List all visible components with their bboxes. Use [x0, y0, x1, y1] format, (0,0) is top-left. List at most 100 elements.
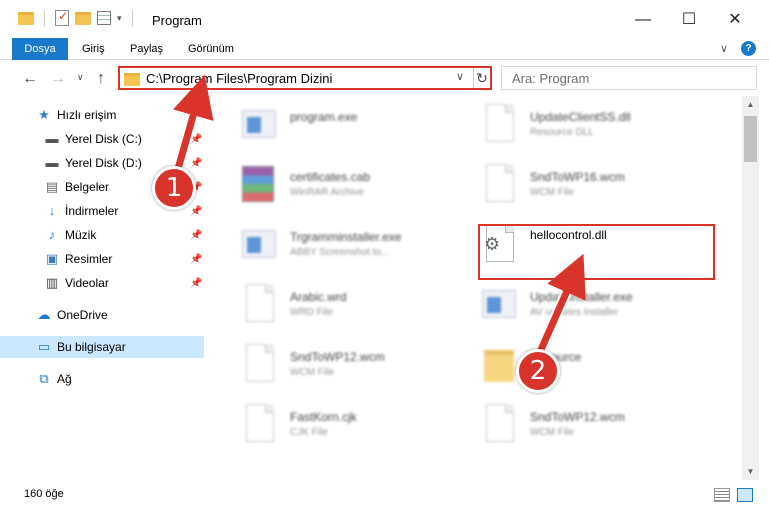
tab-share[interactable]: Paylaş	[120, 38, 173, 60]
callout-1: 1	[152, 166, 196, 210]
file-item[interactable]: Arabic.wrd WRD File	[238, 280, 458, 336]
navigation-pane: ★ Hızlı erişim ▬ Yerel Disk (C:) 📌 ▬ Yer…	[0, 96, 208, 480]
up-arrow-icon[interactable]: ↑	[97, 70, 105, 88]
file-item[interactable]: certificates.cab WinRAR Archive	[238, 160, 458, 216]
exe-file-icon	[478, 282, 518, 326]
file-type: WRD File	[290, 307, 333, 318]
sidebar-item-label: Belgeler	[65, 180, 110, 194]
file-type: Resource DLL	[530, 127, 594, 138]
quick-access-toolbar: ▾	[18, 9, 137, 26]
file-name: UpdateInstaller.exe	[530, 290, 633, 304]
sidebar-item-label: Ağ	[57, 372, 72, 386]
sidebar-item-label: Yerel Disk (D:)	[65, 156, 142, 170]
documents-icon: ▤	[45, 179, 59, 194]
folder-icon	[124, 73, 140, 86]
vertical-scrollbar[interactable]: ▲ ▼	[742, 96, 759, 480]
maximize-button[interactable]: ☐	[666, 8, 712, 32]
drive-icon: ▬	[45, 155, 59, 170]
sidebar-item-videos[interactable]: ▥ Videolar 📌	[0, 272, 204, 294]
videos-icon: ▥	[45, 275, 59, 290]
address-path[interactable]: C:\Program Files\Program Dizini	[146, 71, 332, 86]
star-icon: ★	[38, 107, 50, 122]
file-name: program.exe	[290, 110, 358, 124]
sidebar-item-onedrive[interactable]: ☁ OneDrive	[0, 304, 204, 326]
sidebar-item-pictures[interactable]: ▣ Resimler 📌	[0, 248, 204, 270]
file-name: SndToWP12.wcm	[290, 350, 385, 364]
pictures-icon: ▣	[45, 251, 59, 266]
file-item[interactable]: UpdateClientSS.dll Resource DLL	[478, 100, 708, 156]
file-type: WinRAR Archive	[290, 187, 364, 198]
document-file-icon	[478, 402, 518, 446]
file-name: Arabic.wrd	[290, 290, 347, 304]
file-item[interactable]: SndToWP12.wcm WCM File	[478, 400, 708, 456]
file-type: ABBY Screenshot to...	[290, 247, 390, 258]
sidebar-item-label: Resimler	[65, 252, 113, 266]
pin-icon: 📌	[190, 205, 203, 217]
scroll-down-icon[interactable]: ▼	[742, 463, 759, 480]
search-input[interactable]: Ara: Program	[501, 66, 757, 90]
document-file-icon	[238, 282, 278, 326]
file-item[interactable]: Trgramminstaller.exe ABBY Screenshot to.…	[238, 220, 458, 276]
tab-file[interactable]: Dosya	[12, 38, 68, 60]
sidebar-item-label: Müzik	[65, 228, 97, 242]
folder-icon	[478, 342, 518, 386]
customize-toolbar-chevron-icon[interactable]: ▾	[117, 13, 122, 24]
file-item[interactable]: Resource	[478, 340, 708, 396]
sidebar-item-local-disk-c[interactable]: ▬ Yerel Disk (C:) 📌	[0, 128, 204, 150]
scroll-up-icon[interactable]: ▲	[742, 96, 759, 113]
sidebar-item-label: Videolar	[65, 276, 109, 290]
file-item[interactable]: UpdateInstaller.exe AV updates installer	[478, 280, 708, 336]
status-bar: 160 öğe	[0, 480, 769, 523]
sidebar-item-label: İndirmeler	[65, 204, 119, 218]
file-name: certificates.cab	[290, 170, 371, 184]
help-icon[interactable]: ?	[741, 41, 756, 56]
file-item[interactable]: SndToWP16.wcm WCM File	[478, 160, 708, 216]
sidebar-item-quick-access[interactable]: ★ Hızlı erişim	[0, 104, 204, 126]
title-bar: ▾ Program — ☐ ✕	[0, 0, 769, 38]
address-bar[interactable]: C:\Program Files\Program Dizini ∨ ↻	[118, 66, 492, 90]
collapse-ribbon-icon[interactable]: ∨	[720, 42, 728, 55]
recent-locations-icon[interactable]: ∨	[77, 72, 84, 83]
details-view-icon[interactable]	[714, 488, 730, 502]
file-type: CJK File	[290, 427, 328, 438]
document-file-icon	[238, 342, 278, 386]
sidebar-item-network[interactable]: ⧉ Ağ	[0, 368, 204, 390]
navigation-bar: ← → ∨ ↑ C:\Program Files\Program Dizini …	[0, 60, 769, 96]
large-icons-view-icon[interactable]	[737, 488, 753, 502]
dll-file-icon	[478, 102, 518, 146]
tab-view[interactable]: Görünüm	[178, 38, 244, 60]
refresh-icon[interactable]: ↻	[473, 68, 490, 88]
properties-check-icon[interactable]	[55, 9, 69, 26]
scroll-thumb[interactable]	[744, 116, 757, 162]
computer-icon: ▭	[37, 339, 51, 354]
pin-icon: 📌	[190, 157, 203, 169]
file-item[interactable]: FastKorn.cjk CJK File	[238, 400, 458, 456]
highlight-box	[478, 224, 715, 280]
sidebar-item-music[interactable]: ♪ Müzik 📌	[0, 224, 204, 246]
download-icon: ↓	[48, 203, 56, 218]
back-arrow-icon[interactable]: ←	[22, 70, 38, 88]
tab-home[interactable]: Giriş	[72, 38, 115, 60]
properties-icon[interactable]	[97, 11, 111, 25]
new-folder-icon[interactable]	[75, 11, 91, 25]
file-name: SndToWP16.wcm	[530, 170, 625, 184]
file-item[interactable]: SndToWP12.wcm WCM File	[238, 340, 458, 396]
pin-icon: 📌	[190, 133, 203, 145]
file-name: FastKorn.cjk	[290, 410, 357, 424]
file-name: SndToWP12.wcm	[530, 410, 625, 424]
divider	[44, 10, 45, 26]
sidebar-item-label: Yerel Disk (C:)	[65, 132, 142, 146]
ribbon-tabs: Dosya Giriş Paylaş Görünüm ∨ ?	[0, 38, 769, 60]
minimize-button[interactable]: —	[620, 8, 666, 32]
forward-arrow-icon[interactable]: →	[50, 70, 66, 88]
pin-icon: 📌	[190, 229, 203, 241]
file-item[interactable]: program.exe	[238, 100, 458, 156]
sidebar-item-this-pc[interactable]: ▭ Bu bilgisayar	[0, 336, 204, 358]
exe-file-icon	[238, 102, 278, 146]
close-button[interactable]: ✕	[712, 8, 758, 32]
window-title: Program	[152, 13, 202, 28]
address-dropdown-icon[interactable]: ∨	[456, 70, 464, 83]
document-file-icon	[238, 402, 278, 446]
file-type: WCM File	[290, 367, 334, 378]
music-icon: ♪	[48, 227, 56, 242]
